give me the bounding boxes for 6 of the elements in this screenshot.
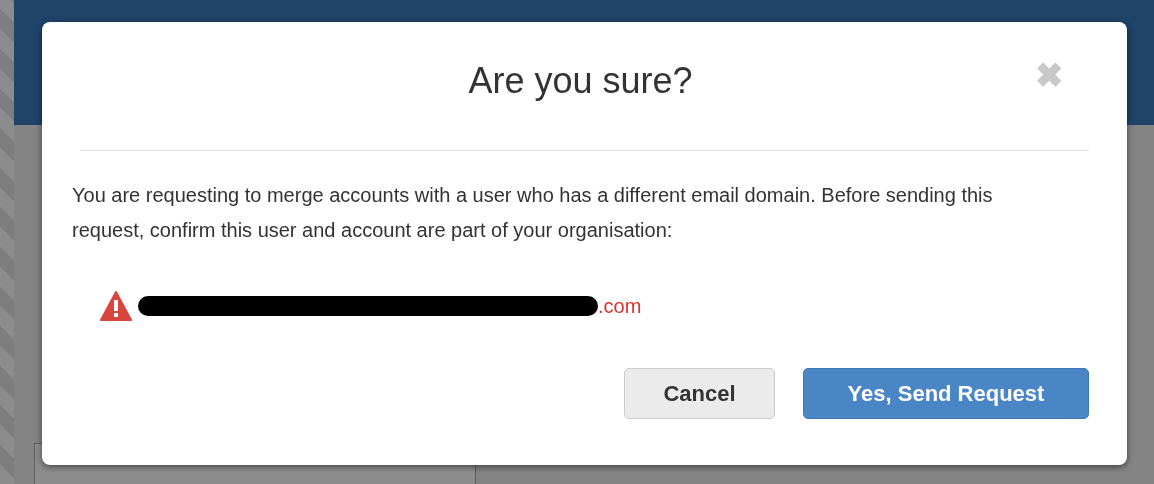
email-address: .com <box>598 294 642 318</box>
dialog-message: You are requesting to merge accounts with a user who has a different email domain. Before sending this request, confirm this user and account are part of your organisation: <box>72 183 994 243</box>
send-request-button[interactable]: Yes, Send Request <box>803 368 1089 419</box>
cancel-button[interactable]: Cancel <box>624 368 775 419</box>
warning-icon <box>100 291 132 321</box>
dialog-title: Are you sure? <box>468 60 693 102</box>
